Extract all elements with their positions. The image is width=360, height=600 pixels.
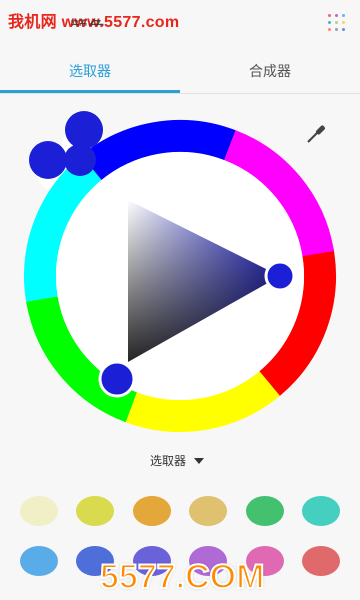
- tab-bar: 选取器 合成器: [0, 52, 360, 94]
- tab-divider: [0, 93, 360, 94]
- tab-picker[interactable]: 选取器: [0, 52, 180, 94]
- mode-dropdown[interactable]: 选取器: [150, 452, 205, 469]
- previous-color-swatch[interactable]: [29, 141, 67, 179]
- swatch[interactable]: [76, 496, 115, 526]
- color-wheel-area: [24, 111, 336, 432]
- tab-mixer[interactable]: 合成器: [180, 52, 360, 94]
- color-swatch-small[interactable]: [64, 144, 96, 176]
- swatch[interactable]: [20, 546, 58, 576]
- swatch-row-1: [20, 496, 340, 526]
- swatch[interactable]: [245, 496, 284, 526]
- swatch[interactable]: [189, 496, 228, 526]
- grid-icon[interactable]: [328, 14, 346, 32]
- swatch[interactable]: [301, 496, 340, 526]
- watermark-bottom: 5577.COM: [99, 557, 265, 597]
- swatch[interactable]: [20, 496, 58, 526]
- swatch[interactable]: [132, 496, 171, 526]
- swatch[interactable]: [301, 546, 340, 576]
- hue-handle[interactable]: [98, 360, 136, 398]
- mode-dropdown-label: 选取器: [150, 454, 187, 468]
- caret-down-icon: [194, 457, 205, 464]
- current-color-swatch[interactable]: [65, 111, 103, 149]
- sv-handle[interactable]: [264, 260, 296, 292]
